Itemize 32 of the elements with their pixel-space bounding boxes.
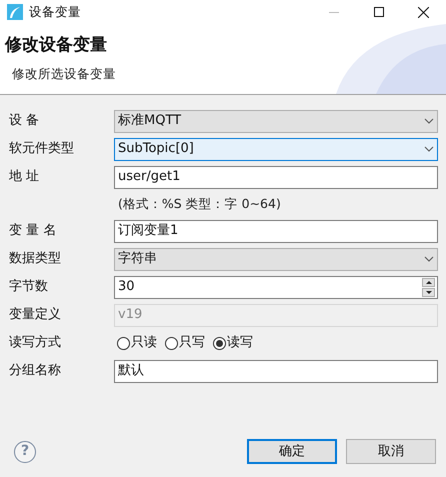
field-label: 读写方式 <box>8 334 62 352</box>
dialog-button[interactable]: 取消 <box>346 439 436 464</box>
radio-button[interactable] <box>165 336 178 350</box>
radio-option[interactable]: 读写 <box>213 333 253 353</box>
radio-option[interactable]: 只读 <box>117 333 157 353</box>
chevron-down-icon <box>424 146 434 152</box>
dialog-button[interactable]: 确定 <box>247 439 337 464</box>
field-label: 字节数 <box>8 278 49 296</box>
dropdown[interactable]: SubTopic[0] <box>114 138 438 160</box>
radio-option[interactable]: 只写 <box>165 333 205 353</box>
field-label: 变 量 名 <box>8 222 58 240</box>
dropdown[interactable]: 标准MQTT <box>114 110 438 132</box>
format-hint: (格式：%S 类型：字 0~64) <box>118 194 281 213</box>
field-label: 设 备 <box>8 112 40 130</box>
dropdown[interactable]: 字符串 <box>114 248 438 270</box>
field-label: 数据类型 <box>8 250 62 268</box>
text-field[interactable]: user/get1 <box>114 166 438 188</box>
close-icon[interactable] <box>418 6 429 18</box>
text-field[interactable]: 默认 <box>114 360 438 382</box>
radio-button[interactable] <box>213 336 226 350</box>
chevron-down-icon <box>424 256 434 262</box>
field-label: 变量定义 <box>8 306 62 324</box>
radio-button[interactable] <box>117 336 130 350</box>
dialog-title: 修改设备变量 <box>5 34 108 57</box>
field-label: 软元件类型 <box>8 140 75 158</box>
text-field[interactable]: 订阅变量1 <box>114 220 438 242</box>
dialog-subtitle: 修改所选设备变量 <box>12 64 117 82</box>
app-logo-icon <box>7 4 23 20</box>
window-title: 设备变量 <box>29 2 82 21</box>
chevron-down-icon <box>424 118 434 124</box>
field-label: 地 址 <box>8 168 40 186</box>
field-label: 分组名称 <box>8 362 62 380</box>
